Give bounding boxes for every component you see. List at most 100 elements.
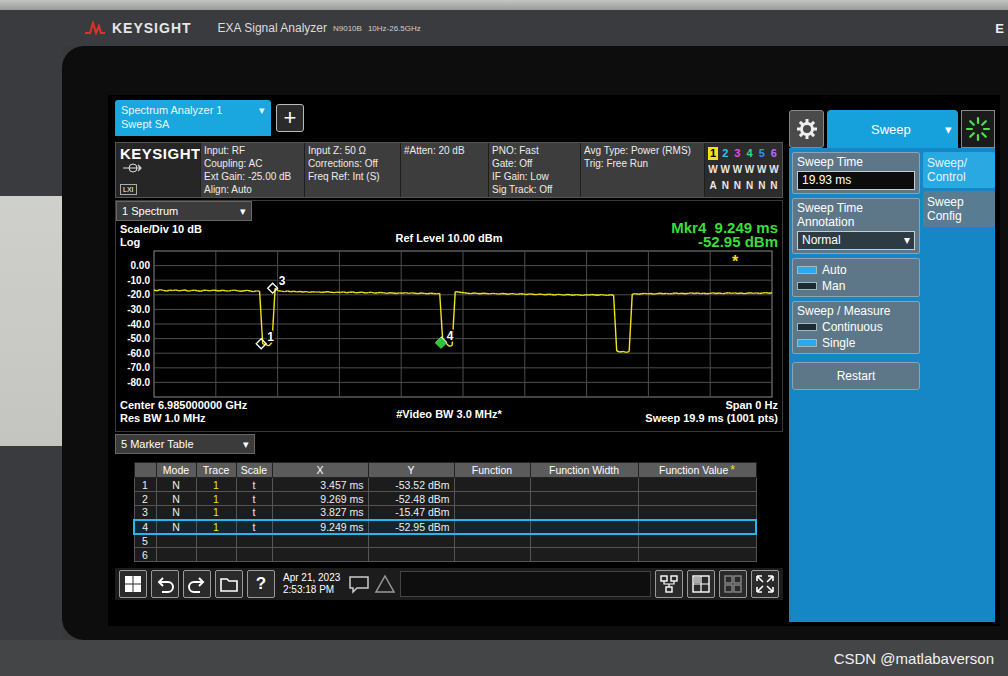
- trace-detector: N: [770, 180, 777, 191]
- expand-button[interactable]: [751, 570, 779, 598]
- y-tick: -60.0: [127, 348, 150, 359]
- folder-icon: [218, 573, 240, 595]
- marker[interactable]: [436, 338, 446, 348]
- sweep-menu-tab[interactable]: Sweep▾: [827, 110, 958, 148]
- undo-button[interactable]: [151, 570, 179, 598]
- log-label: Log: [120, 236, 396, 249]
- trace-box[interactable]: 1: [708, 147, 718, 160]
- time-label: 2:53:18 PM: [283, 584, 340, 596]
- trace-point: [173, 289, 176, 291]
- trace-box[interactable]: 5: [757, 147, 767, 160]
- warning-button[interactable]: [374, 573, 396, 595]
- info-line: Corrections: Off: [308, 157, 397, 170]
- column-header: Y: [368, 463, 454, 478]
- trace-point: [729, 292, 732, 294]
- keysight-logo-icon: [84, 21, 106, 35]
- marker-cell: [454, 548, 530, 562]
- trace-point: [418, 292, 421, 294]
- marker-row[interactable]: 1N1t3.457 ms-53.52 dBm: [134, 478, 756, 492]
- expand-icon: [754, 573, 776, 595]
- trace-box[interactable]: 6: [769, 147, 779, 160]
- folder-button[interactable]: [215, 570, 243, 598]
- y-tick: -50.0: [127, 333, 150, 344]
- trace-number[interactable]: 4: [745, 147, 755, 159]
- auto-manual-option[interactable]: Man: [797, 279, 915, 293]
- marker-cell: [638, 520, 756, 534]
- trace-number[interactable]: 1: [708, 147, 718, 159]
- trace-point: [331, 292, 334, 294]
- grid-button[interactable]: [719, 570, 747, 598]
- trace-number[interactable]: 2: [720, 147, 730, 159]
- sweep-mode-option[interactable]: Continuous: [797, 320, 915, 334]
- marker-cell: [638, 548, 756, 562]
- restart-button[interactable]: Restart: [792, 362, 920, 390]
- trace-point: [586, 294, 589, 296]
- analyzer-tab[interactable]: Spectrum Analyzer 1Swept SA▾: [115, 100, 271, 136]
- trace-number[interactable]: 5: [757, 147, 767, 159]
- grid-line: [154, 367, 772, 368]
- undo-icon: [154, 573, 176, 595]
- trace-number[interactable]: 6: [769, 147, 779, 159]
- trace-point: [362, 291, 365, 293]
- marker-cell: 9.249 ms: [272, 520, 368, 534]
- marker-row[interactable]: 3N1t3.827 ms-15.47 dBm: [134, 506, 756, 520]
- trace-point: [210, 289, 213, 291]
- messages-button[interactable]: [348, 573, 370, 595]
- trace-point: [725, 292, 728, 294]
- windows-button[interactable]: [119, 570, 147, 598]
- trace-point: [722, 292, 725, 294]
- marker-cell: [530, 534, 638, 548]
- menu-tab[interactable]: Sweep Config: [923, 191, 995, 227]
- trace-point: [281, 290, 284, 292]
- sweep-mode-option[interactable]: Single: [797, 336, 915, 350]
- trace-point: [685, 293, 688, 295]
- info-line: Align: Auto: [204, 183, 301, 196]
- window-layout-button[interactable]: [687, 570, 715, 598]
- marker-cell: 1: [196, 506, 236, 520]
- window-select[interactable]: 1 Spectrum▾: [116, 201, 252, 221]
- marker-row[interactable]: 2N1t9.269 ms-52.48 dBm: [134, 492, 756, 506]
- trace-point: [704, 292, 707, 294]
- trace-point: [328, 291, 331, 293]
- device-bottom: CSDN @matlabaverson: [0, 640, 1008, 676]
- trace-point: [378, 292, 381, 294]
- marker[interactable]: [436, 337, 446, 347]
- layout-tree-button[interactable]: [655, 570, 683, 598]
- marker-cell: [272, 534, 368, 548]
- menu-tab[interactable]: Sweep/ Control: [923, 152, 995, 188]
- marker-row[interactable]: 4N1t9.249 ms-52.95 dBm: [134, 520, 756, 534]
- redo-button[interactable]: [183, 570, 211, 598]
- annotation-dropdown[interactable]: Normal▾: [797, 231, 915, 250]
- trace-number[interactable]: 3: [732, 147, 742, 159]
- trace-point: [642, 293, 645, 295]
- trace-point: [412, 292, 415, 294]
- trace-point: [694, 292, 697, 294]
- auto-manual-option[interactable]: Auto: [797, 263, 915, 277]
- help-button[interactable]: ?: [247, 570, 275, 598]
- settings-button[interactable]: [789, 110, 824, 148]
- sweep-time-field[interactable]: 19.93 ms: [797, 171, 915, 190]
- marker-cell: [196, 548, 236, 562]
- marker[interactable]: [268, 283, 278, 293]
- trace-box[interactable]: 3: [732, 147, 742, 160]
- marker-cell: [454, 534, 530, 548]
- trace-point: [297, 291, 300, 293]
- dropdown-arrow: ▾: [243, 438, 249, 451]
- background-wall: [0, 46, 62, 640]
- marker-row[interactable]: 6: [134, 548, 756, 562]
- add-screen-button[interactable]: +: [276, 104, 304, 132]
- trace-point: [657, 292, 660, 294]
- footer-left: Center 6.985000000 GHzRes BW 1.0 MHz: [120, 399, 396, 429]
- marker-readout-label: Mkr4 9.249 ms: [503, 221, 779, 235]
- trace-box[interactable]: 2: [720, 147, 730, 160]
- marker-table-title: 5 Marker Table: [121, 438, 194, 450]
- trace-point: [160, 289, 163, 291]
- marker-table-select[interactable]: 5 Marker Table ▾: [115, 434, 255, 454]
- grid-line: [154, 324, 772, 325]
- trace-box[interactable]: 4: [745, 147, 755, 160]
- marker[interactable]: [256, 339, 266, 349]
- marker-row[interactable]: 5: [134, 534, 756, 548]
- main-area: Spectrum Analyzer 1Swept SA▾+KEYSIGHTLXI…: [115, 100, 783, 626]
- y-tick: -40.0: [127, 319, 150, 330]
- trace-point: [741, 292, 744, 294]
